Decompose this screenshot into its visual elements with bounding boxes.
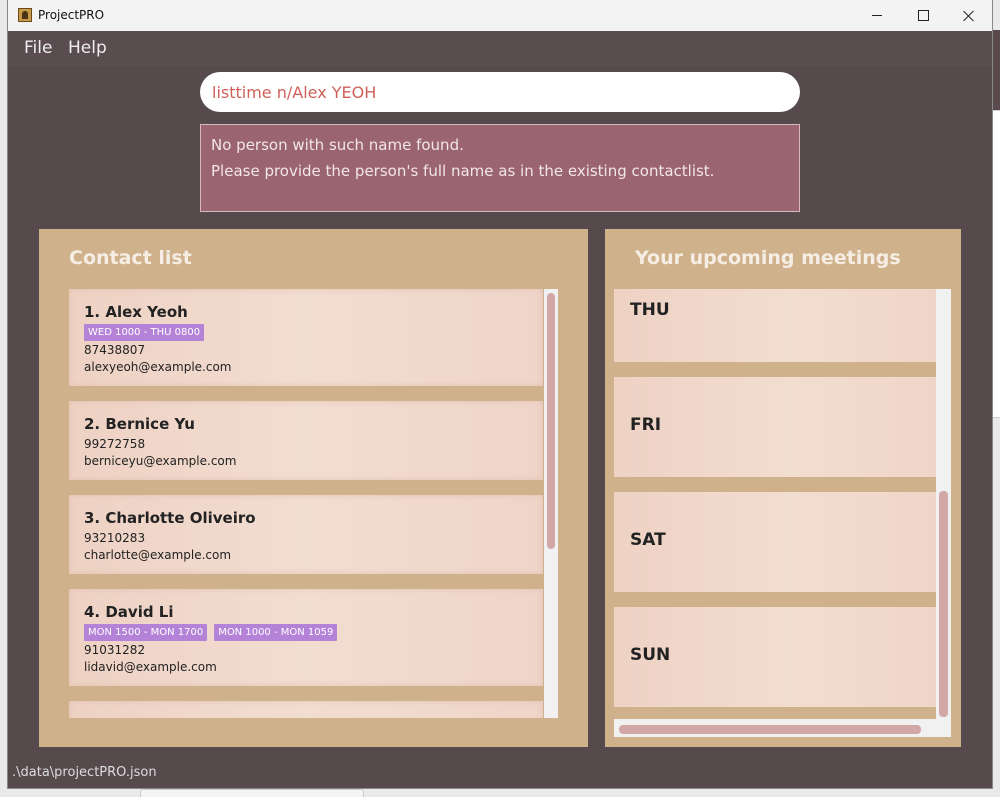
contact-tags: WED 1000 - THU 0800 [84, 324, 205, 341]
close-icon [963, 10, 975, 22]
day-label: SUN [630, 645, 671, 665]
minimize-icon [872, 15, 882, 16]
app-window: ProjectPRO File Help No person with such… [8, 0, 992, 788]
menu-file[interactable]: File [24, 38, 52, 58]
result-message-line: Please provide the person's full name as… [211, 162, 715, 180]
menu-bar: File Help [8, 31, 992, 66]
meetings-list[interactable]: THU FRI SAT SUN [614, 289, 951, 737]
window-title: ProjectPRO [38, 8, 105, 22]
menu-help[interactable]: Help [68, 38, 107, 58]
contact-email: lidavid@example.com [84, 660, 217, 674]
day-card[interactable]: SUN [614, 607, 936, 707]
contact-phone: 87438807 [84, 343, 146, 357]
minimize-button[interactable] [854, 0, 900, 31]
status-bar: .\data\projectPRO.json [8, 758, 992, 788]
contact-email: charlotte@example.com [84, 548, 232, 562]
meetings-horizontal-scroll-thumb[interactable] [619, 725, 921, 734]
meetings-title: Your upcoming meetings [635, 247, 901, 269]
contact-list-panel: Contact list 1. Alex Yeoh WED 1000 - THU… [39, 229, 588, 747]
contact-card[interactable]: 1. Alex Yeoh WED 1000 - THU 0800 8743880… [69, 289, 543, 386]
background-app-strip [992, 30, 1000, 110]
contact-card[interactable]: 4. David Li MON 1500 - MON 1700 MON 1000… [69, 589, 543, 686]
app-icon [18, 8, 32, 22]
result-display: No person with such name found. Please p… [200, 124, 800, 212]
command-input[interactable] [212, 82, 788, 102]
contact-email: alexyeoh@example.com [84, 360, 232, 374]
save-file-path: .\data\projectPRO.json [12, 765, 157, 780]
contact-name: 1. Alex Yeoh [84, 303, 188, 321]
contact-card[interactable] [69, 701, 543, 718]
contact-list[interactable]: 1. Alex Yeoh WED 1000 - THU 0800 8743880… [69, 289, 558, 718]
meetings-vertical-scroll-thumb[interactable] [939, 491, 948, 717]
contact-phone: 91031282 [84, 643, 146, 657]
contact-phone: 99272758 [84, 437, 146, 451]
contact-name: 3. Charlotte Oliveiro [84, 509, 256, 527]
background-app-panel [992, 110, 1000, 418]
time-tag: MON 1000 - MON 1059 [214, 624, 338, 641]
contact-phone: 93210283 [84, 531, 146, 545]
contact-tags: MON 1500 - MON 1700 MON 1000 - MON 1059 [84, 624, 338, 641]
contact-list-title: Contact list [69, 247, 192, 269]
result-message-line: No person with such name found. [211, 136, 464, 154]
contact-name: 4. David Li [84, 603, 174, 621]
contact-card[interactable]: 2. Bernice Yu 99272758 berniceyu@example… [69, 401, 543, 480]
day-label: THU [630, 300, 670, 320]
close-button[interactable] [946, 0, 992, 31]
day-card[interactable]: THU [614, 289, 936, 362]
day-card[interactable]: FRI [614, 377, 936, 477]
maximize-button[interactable] [900, 0, 946, 31]
day-card[interactable]: SAT [614, 492, 936, 592]
meetings-panel: Your upcoming meetings THU FRI SAT SUN [605, 229, 961, 747]
contact-card[interactable]: 3. Charlotte Oliveiro 93210283 charlotte… [69, 495, 543, 574]
contact-name: 2. Bernice Yu [84, 415, 195, 433]
contact-list-scroll-thumb[interactable] [547, 293, 555, 549]
day-label: FRI [630, 415, 662, 435]
title-bar[interactable]: ProjectPRO [8, 0, 992, 31]
time-tag: WED 1000 - THU 0800 [84, 324, 205, 341]
command-box[interactable] [200, 72, 800, 112]
contact-email: berniceyu@example.com [84, 454, 237, 468]
time-tag: MON 1500 - MON 1700 [84, 624, 208, 641]
maximize-icon [917, 10, 929, 21]
day-label: SAT [630, 530, 666, 550]
